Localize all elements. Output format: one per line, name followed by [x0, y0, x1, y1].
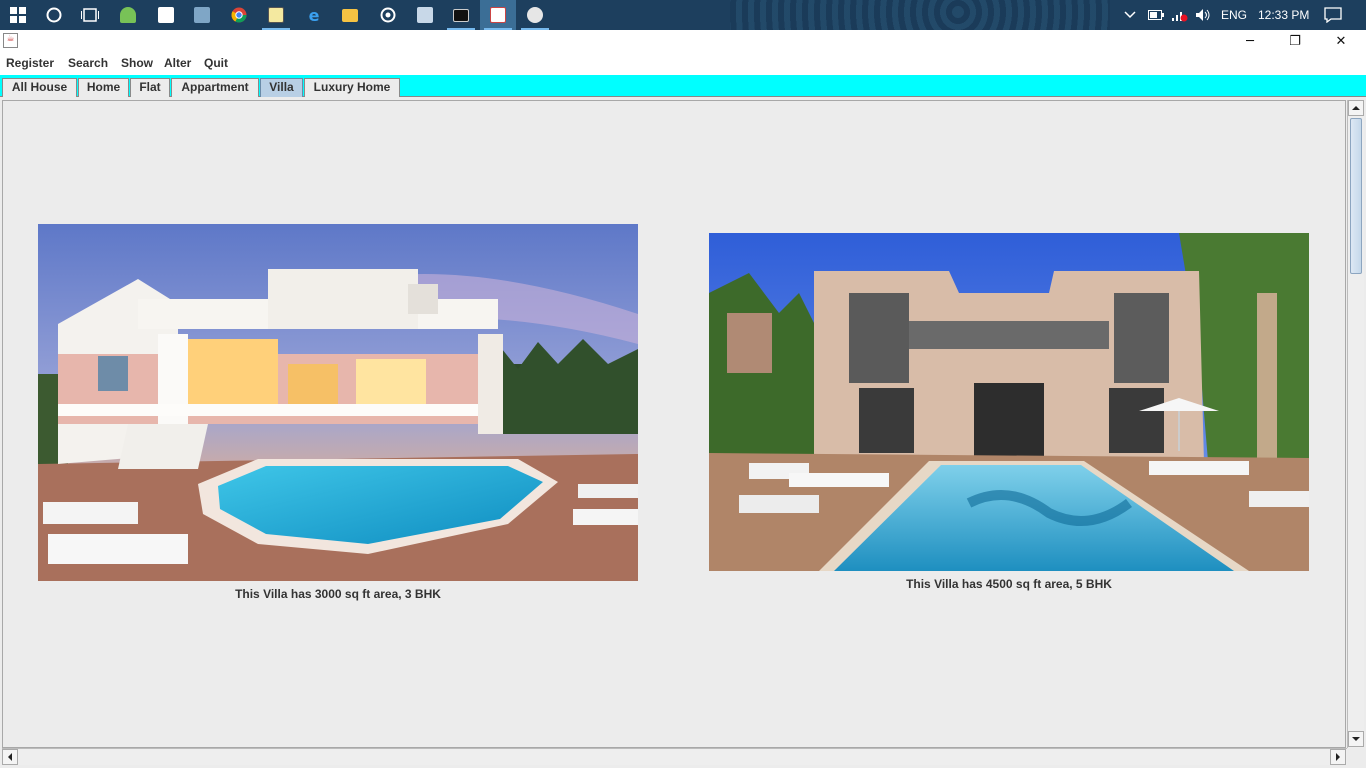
chrome-icon[interactable] [221, 0, 257, 30]
menu-quit[interactable]: Quit [204, 56, 228, 70]
edge-icon[interactable]: e [296, 0, 332, 30]
file-explorer-icon[interactable] [332, 0, 368, 30]
scroll-down-arrow-icon[interactable] [1348, 731, 1364, 747]
horizontal-scrollbar[interactable] [2, 748, 1347, 765]
villa-caption-2: This Villa has 4500 sq ft area, 5 BHK [906, 577, 1112, 591]
misc-app-icon[interactable] [517, 0, 553, 30]
task-view-icon[interactable] [72, 0, 108, 30]
restore-button[interactable]: ❐ [1272, 30, 1318, 53]
cmd-icon[interactable] [443, 0, 479, 30]
menu-show[interactable]: Show [121, 56, 153, 70]
menu-register[interactable]: Register [6, 56, 54, 70]
scroll-right-arrow-icon[interactable] [1330, 749, 1346, 765]
taskbar-wallpaper-pattern [730, 0, 1110, 30]
action-center-icon[interactable] [1324, 0, 1342, 30]
language-indicator[interactable]: ENG [1221, 0, 1247, 30]
window-title-bar: ☕ ─ ❐ ✕ [0, 30, 1366, 53]
battery-icon[interactable] [1148, 0, 1164, 30]
scroll-up-arrow-icon[interactable] [1348, 100, 1364, 116]
windows-start-icon[interactable] [0, 0, 36, 30]
store-icon[interactable] [148, 0, 184, 30]
cortana-icon[interactable] [36, 0, 72, 30]
close-button[interactable]: ✕ [1318, 30, 1364, 53]
tab-appartment[interactable]: Appartment [171, 78, 259, 97]
menu-alter[interactable]: Alter [164, 56, 191, 70]
tab-villa[interactable]: Villa [260, 78, 303, 97]
category-tab-bar: All House Home Flat Appartment Villa Lux… [0, 75, 1366, 97]
vertical-scroll-thumb[interactable] [1350, 118, 1362, 274]
menu-search[interactable]: Search [68, 56, 108, 70]
villa-photo-1 [38, 224, 638, 581]
show-hidden-icons-chevron-icon[interactable] [1124, 0, 1136, 30]
minimize-button[interactable]: ─ [1227, 30, 1273, 53]
windows-taskbar: e ENG 12:33 PM [0, 0, 1366, 30]
java-app-icon[interactable] [480, 0, 516, 30]
android-studio-icon[interactable] [110, 0, 146, 30]
java-coffee-icon: ☕ [3, 33, 18, 48]
photos-icon[interactable] [184, 0, 220, 30]
tab-all-house[interactable]: All House [2, 78, 77, 97]
villa-photo-2 [709, 233, 1309, 571]
vertical-scrollbar[interactable] [1347, 100, 1364, 748]
villa-listings-panel: This Villa has 3000 sq ft area, 3 BHK Th… [2, 100, 1346, 748]
media-icon[interactable] [370, 0, 406, 30]
network-disconnected-icon[interactable] [1172, 0, 1188, 30]
tab-luxury-home[interactable]: Luxury Home [304, 78, 400, 97]
clock[interactable]: 12:33 PM [1258, 0, 1309, 30]
notes-icon[interactable] [407, 0, 443, 30]
volume-icon[interactable] [1195, 0, 1211, 30]
villa-caption-1: This Villa has 3000 sq ft area, 3 BHK [235, 587, 441, 601]
tab-home[interactable]: Home [78, 78, 129, 97]
menu-bar: Register Search Show Alter Quit [0, 53, 1366, 75]
tab-flat[interactable]: Flat [130, 78, 170, 97]
notepad-icon[interactable] [258, 0, 294, 30]
scroll-left-arrow-icon[interactable] [2, 749, 18, 765]
